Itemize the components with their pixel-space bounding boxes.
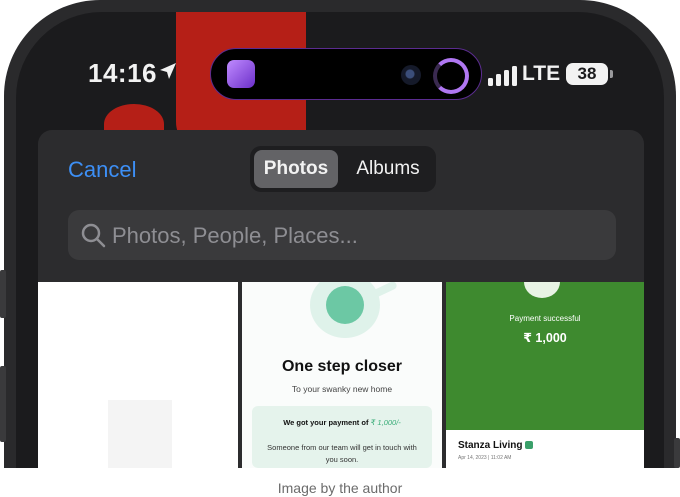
tab-albums[interactable]: Albums [346, 150, 430, 188]
payment-card: We got your payment of ₹ 1,000/- Someone… [252, 406, 432, 468]
payment-amount: ₹ 1,000/- [370, 418, 401, 427]
success-check-icon [524, 282, 560, 298]
verified-badge-icon [525, 441, 534, 449]
signal-bars-icon [488, 64, 517, 86]
photo-picker-sheet: Cancel Photos Albums Photos, People, Pla… [38, 130, 644, 468]
search-icon [81, 223, 106, 248]
photo-grid: One step closer To your swanky new home … [38, 282, 644, 468]
merchant-name: Stanza Living [458, 440, 523, 451]
illustration-circle [326, 286, 364, 324]
search-bar[interactable] [68, 210, 616, 260]
battery-icon: 38 [566, 63, 608, 85]
battery-tip [610, 70, 613, 78]
photo-thumbnail-3[interactable]: Payment successful ₹ 1,000 Stanza Living… [446, 282, 644, 468]
side-button-left-lower [0, 366, 6, 442]
status-bar: 14:16 LTE 38 [16, 12, 664, 130]
cancel-button[interactable]: Cancel [68, 157, 136, 183]
dynamic-island[interactable] [210, 48, 482, 100]
payment-amount: ₹ 1,000 [523, 331, 567, 345]
side-button-left [0, 270, 6, 318]
thumbnail-title: One step closer [281, 358, 403, 375]
photo-thumbnail-2[interactable]: One step closer To your swanky new home … [242, 282, 442, 468]
blank-image-area [108, 400, 172, 468]
payment-status: Payment successful [509, 314, 581, 323]
location-arrow-icon [160, 63, 176, 79]
transaction-date: Apr 14, 2023 | 11:02 AM [458, 455, 512, 461]
payment-message: Someone from our team will get in touch … [267, 443, 417, 464]
image-caption: Image by the author [277, 480, 403, 496]
segmented-control: Photos Albums [250, 146, 436, 192]
progress-ring-icon [433, 58, 469, 94]
camera-icon [401, 65, 421, 85]
merchant-card: Stanza Living Apr 14, 2023 | 11:02 AM [446, 430, 644, 468]
status-time: 14:16 [88, 58, 157, 88]
photo-thumbnail-1[interactable] [38, 282, 238, 468]
search-input[interactable] [110, 218, 594, 254]
tab-photos[interactable]: Photos [254, 150, 338, 188]
side-button-right [674, 438, 680, 468]
payment-prefix: We got your payment of [283, 418, 369, 427]
app-activity-icon [227, 60, 255, 88]
thumbnail-subtitle: To your swanky new home [291, 384, 393, 394]
network-type: LTE [522, 62, 561, 85]
payment-line: We got your payment of ₹ 1,000/- [252, 418, 432, 427]
merchant-name-row: Stanza Living [458, 440, 534, 451]
phone-screen: 14:16 LTE 38 Cancel Photos Albums Photos… [16, 12, 664, 468]
phone-frame: 14:16 LTE 38 Cancel Photos Albums Photos… [4, 0, 676, 468]
